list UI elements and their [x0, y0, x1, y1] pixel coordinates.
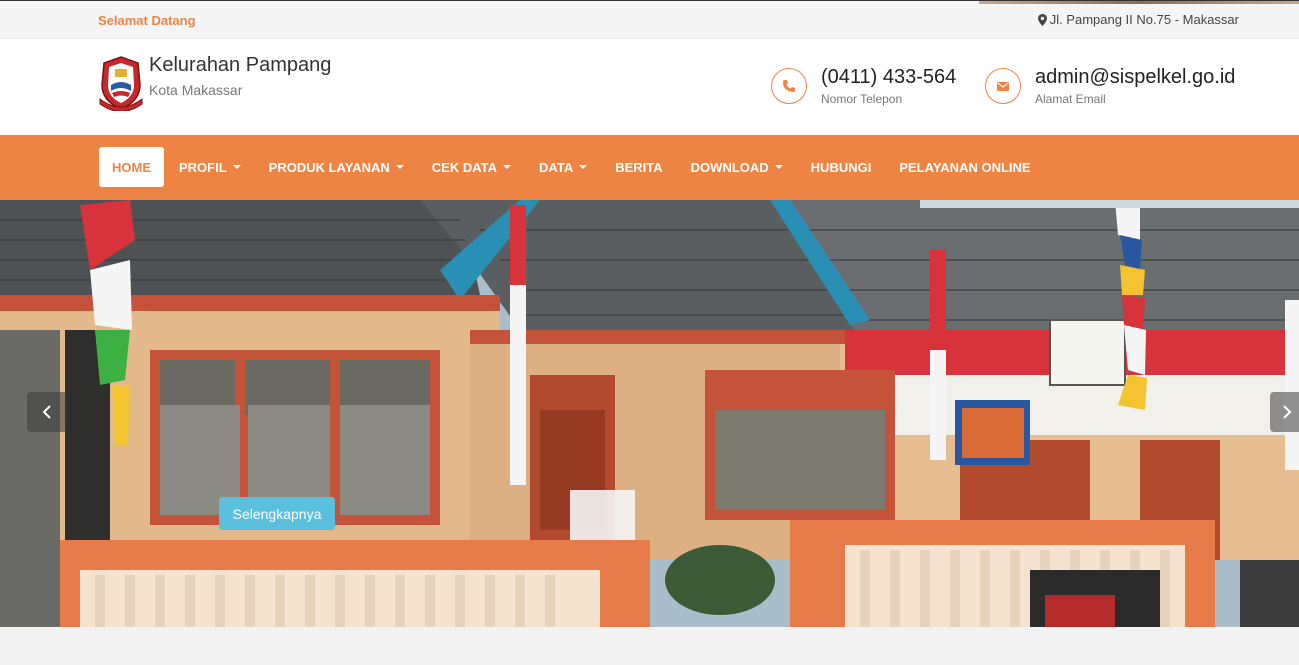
- carousel-prev-button[interactable]: [27, 392, 67, 432]
- nav-label: CEK DATA: [431, 159, 498, 175]
- phone-number: (0411) 433-564: [821, 66, 957, 88]
- nav-label: PELAYANAN ONLINE: [899, 159, 1031, 175]
- phone-icon-circle: [771, 68, 807, 104]
- nav-item-hubungi[interactable]: HUBUNGI: [797, 147, 886, 187]
- address-info: Jl. Pampang II No.75 - Makassar: [1037, 12, 1239, 27]
- caret-down-icon: [395, 165, 404, 169]
- nav-item-pelayanan-online[interactable]: PELAYANAN ONLINE: [885, 147, 1044, 187]
- page-bottom-area: [0, 627, 1299, 665]
- phone-label: Nomor Telepon: [821, 92, 903, 106]
- top-strip: [979, 1, 1299, 4]
- envelope-icon: [997, 82, 1009, 91]
- nav-label: BERITA: [615, 159, 663, 175]
- caret-down-icon: [232, 165, 241, 169]
- email-label: Alamat Email: [1035, 92, 1106, 106]
- nav-item-data[interactable]: DATA: [525, 147, 601, 187]
- nav-item-home[interactable]: HOME: [99, 147, 164, 187]
- nav-label: DOWNLOAD: [690, 159, 769, 175]
- email-address: admin@sispelkel.go.id: [1035, 66, 1236, 88]
- caret-down-icon: [503, 165, 512, 169]
- carousel-next-button[interactable]: [1270, 392, 1299, 432]
- chevron-left-icon: [42, 405, 51, 419]
- email-contact: admin@sispelkel.go.id Alamat Email: [985, 65, 1235, 106]
- caret-down-icon: [579, 165, 588, 169]
- nav-item-produk-layanan[interactable]: PRODUK LAYANAN: [255, 147, 418, 187]
- nav-label: DATA: [539, 159, 574, 175]
- nav-label: PRODUK LAYANAN: [268, 159, 390, 175]
- nav-label: HUBUNGI: [810, 159, 872, 175]
- welcome-text: Selamat Datang: [98, 13, 196, 28]
- nav-item-download[interactable]: DOWNLOAD: [677, 147, 797, 187]
- nav-item-berita[interactable]: BERITA: [601, 147, 676, 187]
- chevron-right-icon: [1283, 405, 1292, 419]
- site-subtitle: Kota Makassar: [149, 82, 243, 98]
- map-marker-icon: [1037, 13, 1047, 26]
- phone-contact: (0411) 433-564 Nomor Telepon: [771, 65, 956, 106]
- site-header: Kelurahan Pampang Kota Makassar (0411) 4…: [0, 39, 1299, 135]
- office-building-photo: [0, 200, 1299, 627]
- main-navbar: HOME PROFIL PRODUK LAYANAN CEK DATA DATA…: [0, 135, 1299, 200]
- address-text: Jl. Pampang II No.75 - Makassar: [1049, 12, 1239, 27]
- nav-item-profil[interactable]: PROFIL: [165, 147, 255, 187]
- caret-down-icon: [774, 165, 783, 169]
- nav-item-cek-data[interactable]: CEK DATA: [418, 147, 525, 187]
- site-title[interactable]: Kelurahan Pampang: [149, 54, 331, 77]
- email-icon-circle: [985, 68, 1021, 104]
- hero-carousel: Selengkapnya: [0, 200, 1299, 627]
- city-emblem-logo[interactable]: [98, 55, 144, 111]
- nav-label: HOME: [112, 159, 151, 175]
- nav-menu: HOME PROFIL PRODUK LAYANAN CEK DATA DATA…: [99, 147, 1045, 187]
- nav-label: PROFIL: [179, 159, 227, 175]
- phone-icon: [783, 80, 795, 92]
- top-bar: Selamat Datang Jl. Pampang II No.75 - Ma…: [0, 0, 1299, 39]
- read-more-button[interactable]: Selengkapnya: [219, 497, 335, 530]
